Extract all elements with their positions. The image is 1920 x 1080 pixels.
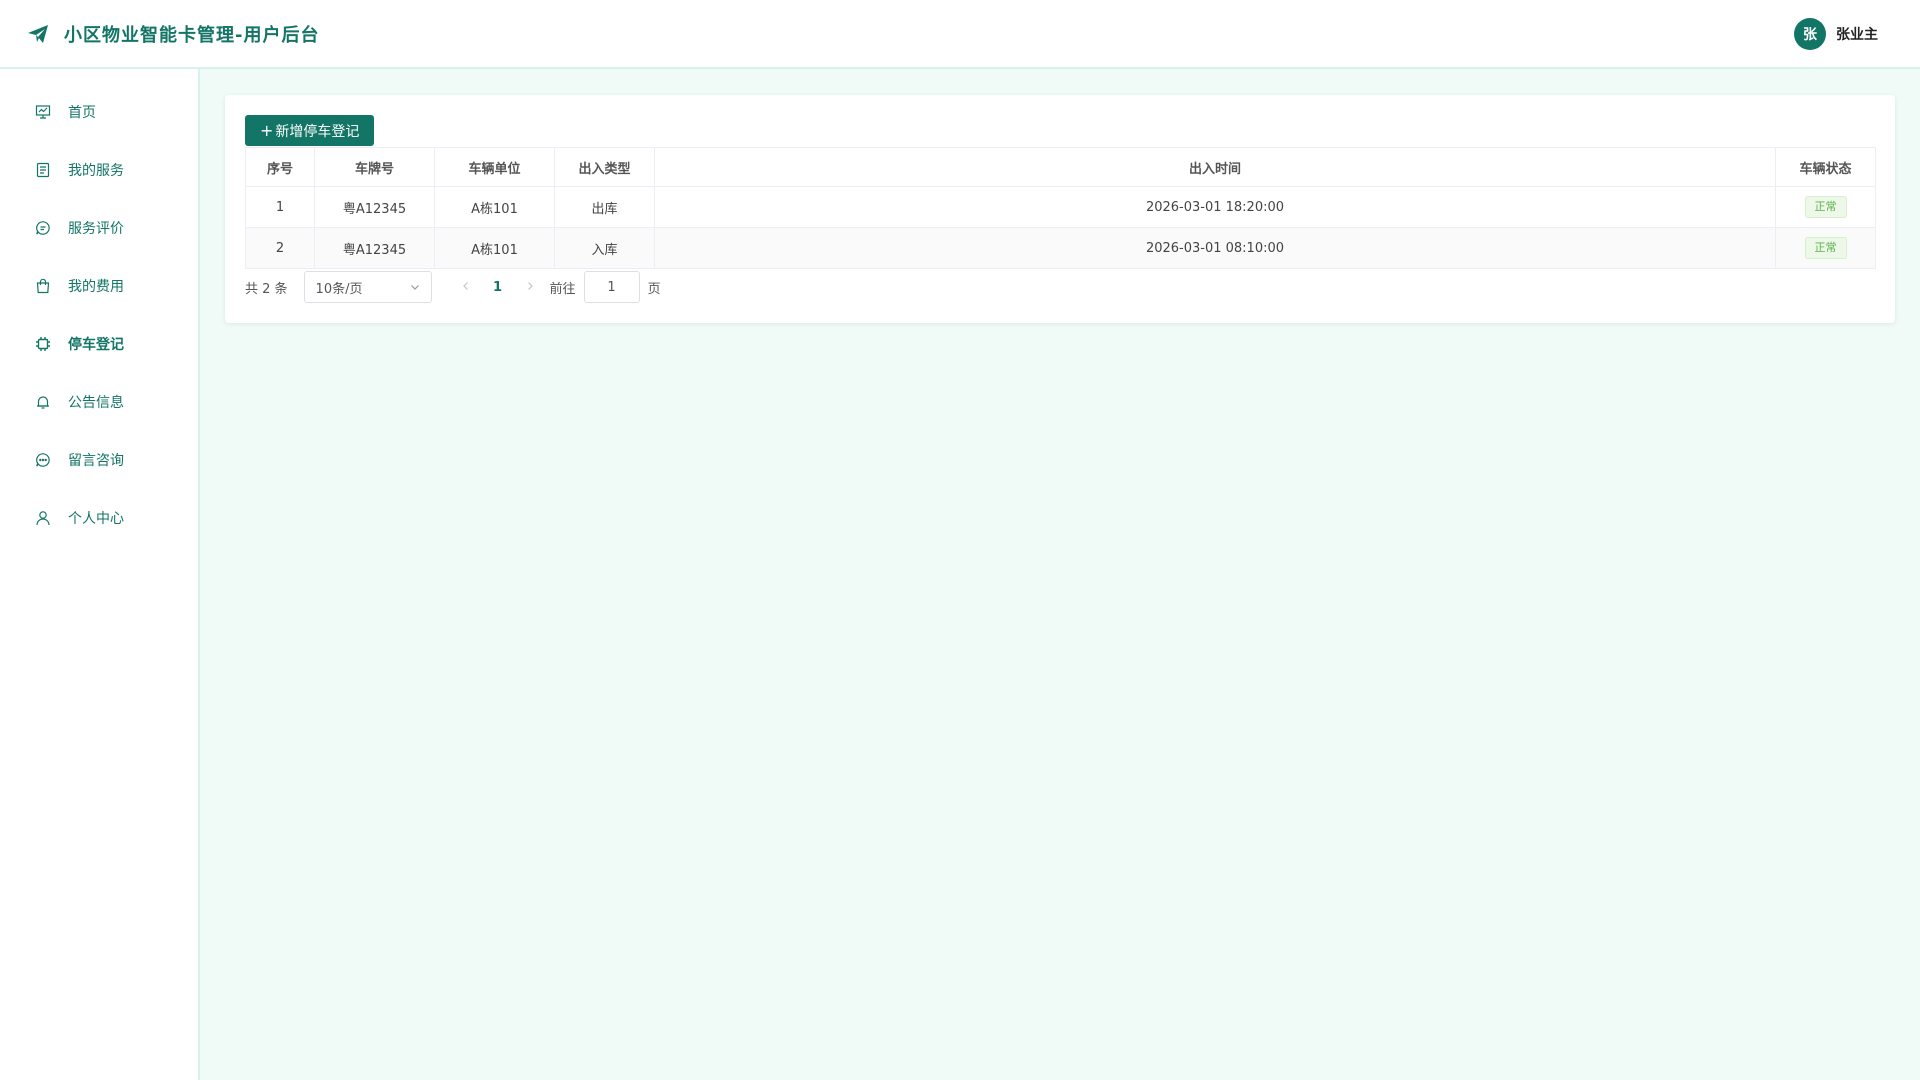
- brand: 小区物业智能卡管理-用户后台: [26, 21, 319, 47]
- sidebar-item-parking[interactable]: 停车登记: [0, 315, 198, 373]
- bell-icon: [34, 393, 52, 411]
- col-header-time[interactable]: 出入时间: [654, 147, 1776, 187]
- cell-index: 1: [245, 186, 315, 228]
- presentation-chart-icon: [34, 103, 52, 121]
- shopping-bag-icon: [34, 277, 52, 295]
- prev-page-button[interactable]: [454, 279, 478, 295]
- page-suffix: 页: [647, 281, 661, 297]
- page-size-value: 10条/页: [315, 281, 363, 297]
- sidebar-item-label: 我的服务: [68, 163, 124, 179]
- cell-index: 2: [245, 227, 315, 269]
- sidebar-item-label: 服务评价: [68, 221, 124, 237]
- sidebar-item-profile[interactable]: 个人中心: [0, 489, 198, 547]
- sidebar-item-label: 公告信息: [68, 395, 124, 411]
- sidebar: 首页 我的服务 服务评价 我的费用 停车登记 公告信息 留言咨询 个人中心: [0, 69, 200, 1080]
- pagination: 共 2 条 10条/页 1 前往 页: [245, 270, 1875, 304]
- parking-card: + 新增停车登记 序号 车牌号 车辆单位 出入类型 出入时间 车辆状态 1 粤A…: [225, 95, 1895, 323]
- table-header-row: 序号 车牌号 车辆单位 出入类型 出入时间 车辆状态: [245, 147, 1876, 187]
- paper-plane-icon: [26, 22, 50, 46]
- sidebar-item-label: 留言咨询: [68, 453, 124, 469]
- total-count: 共 2 条: [245, 281, 288, 297]
- status-badge: 正常: [1804, 237, 1847, 259]
- table-row[interactable]: 1 粤A12345 A栋101 出库 2026-03-01 18:20:00 正…: [245, 186, 1876, 228]
- parking-table: 序号 车牌号 车辆单位 出入类型 出入时间 车辆状态 1 粤A12345 A栋1…: [245, 147, 1876, 269]
- top-bar: 小区物业智能卡管理-用户后台 张 张业主: [0, 0, 1920, 69]
- table-row[interactable]: 2 粤A12345 A栋101 入库 2026-03-01 08:10:00 正…: [245, 227, 1876, 269]
- avatar[interactable]: 张: [1794, 17, 1826, 50]
- user-menu[interactable]: 张 张业主: [1794, 17, 1878, 50]
- sidebar-item-consult[interactable]: 留言咨询: [0, 431, 198, 489]
- sidebar-item-my-fees[interactable]: 我的费用: [0, 257, 198, 315]
- cell-time: 2026-03-01 18:20:00: [654, 186, 1776, 228]
- sidebar-item-my-services[interactable]: 我的服务: [0, 141, 198, 199]
- cell-unit: A栋101: [434, 227, 555, 269]
- col-header-index[interactable]: 序号: [245, 147, 315, 187]
- chat-bubble-icon: [34, 219, 52, 237]
- col-header-type[interactable]: 出入类型: [554, 147, 655, 187]
- cell-type: 出库: [554, 186, 655, 228]
- cell-time: 2026-03-01 08:10:00: [654, 227, 1776, 269]
- goto-label: 前往: [549, 281, 576, 297]
- sidebar-item-label: 我的费用: [68, 279, 124, 295]
- sidebar-item-notices[interactable]: 公告信息: [0, 373, 198, 431]
- message-dots-icon: [34, 451, 52, 469]
- add-button-label: 新增停车登记: [275, 123, 360, 140]
- cell-unit: A栋101: [434, 186, 555, 228]
- sidebar-item-label: 首页: [68, 105, 96, 121]
- goto-page-input[interactable]: [583, 271, 640, 303]
- col-header-unit[interactable]: 车辆单位: [434, 147, 555, 187]
- cell-plate: 粤A12345: [314, 186, 435, 228]
- username[interactable]: 张业主: [1836, 24, 1878, 44]
- add-parking-button[interactable]: + 新增停车登记: [245, 115, 375, 146]
- col-header-status[interactable]: 车辆状态: [1775, 147, 1876, 187]
- status-badge: 正常: [1804, 196, 1847, 218]
- chevron-left-icon: [462, 282, 468, 290]
- page-number[interactable]: 1: [478, 280, 518, 295]
- cell-plate: 粤A12345: [314, 227, 435, 269]
- chevron-right-icon: [527, 282, 533, 290]
- plus-icon: +: [260, 121, 274, 140]
- page-size-select[interactable]: 10条/页: [303, 271, 432, 303]
- cell-status: 正常: [1775, 186, 1876, 228]
- cell-status: 正常: [1775, 227, 1876, 269]
- user-icon: [34, 509, 52, 527]
- col-header-plate[interactable]: 车牌号: [314, 147, 435, 187]
- sidebar-item-label: 停车登记: [68, 337, 124, 353]
- sidebar-item-label: 个人中心: [68, 511, 124, 527]
- next-page-button[interactable]: [518, 279, 542, 295]
- chip-icon: [34, 335, 52, 353]
- sidebar-item-service-review[interactable]: 服务评价: [0, 199, 198, 257]
- document-list-icon: [34, 161, 52, 179]
- app-title: 小区物业智能卡管理-用户后台: [64, 24, 320, 46]
- sidebar-item-home[interactable]: 首页: [0, 83, 198, 141]
- cell-type: 入库: [554, 227, 655, 269]
- chevron-down-icon: [410, 282, 420, 292]
